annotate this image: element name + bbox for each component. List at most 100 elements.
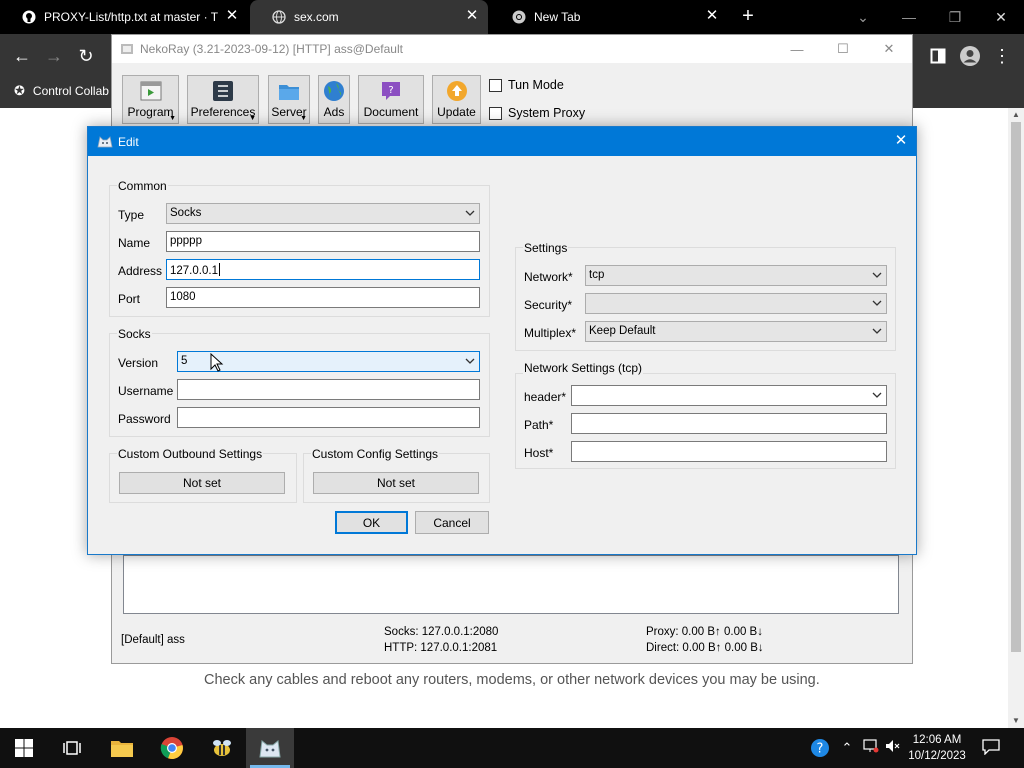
nekoray-maximize-icon[interactable]: ☐ (820, 35, 866, 63)
dialog-close-icon[interactable]: ✕ (892, 132, 910, 150)
custom-outbound-button[interactable]: Not set (119, 472, 285, 494)
path-input[interactable] (571, 413, 887, 434)
reload-icon[interactable]: ↻ (74, 44, 98, 68)
type-select[interactable]: Socks (166, 203, 480, 224)
volume-muted-icon[interactable] (884, 739, 902, 757)
username-label: Username (118, 384, 174, 398)
chrome-icon (160, 737, 183, 760)
scroll-up-icon[interactable]: ▲ (1008, 108, 1024, 122)
bookmark-control-collab[interactable]: ✪ Control Collab (14, 83, 109, 99)
start-button[interactable] (0, 728, 48, 768)
update-button[interactable]: Update (432, 75, 481, 124)
nekoray-close-icon[interactable]: ✕ (866, 35, 912, 63)
port-input[interactable]: 1080 (166, 287, 480, 308)
log-output-area[interactable] (123, 555, 899, 614)
address-input[interactable]: 127.0.0.1 (166, 259, 480, 280)
browser-tab-active[interactable]: sex.com ✕ (250, 0, 488, 34)
status-socks: Socks: 127.0.0.1:2080 (384, 626, 499, 638)
notifications-icon[interactable] (982, 739, 1000, 757)
browser-tabstrip: PROXY-List/http.txt at master · T ✕ sex.… (0, 0, 1024, 34)
chevron-down-icon (872, 328, 882, 334)
checkbox-box[interactable] (489, 106, 502, 120)
browser-tab-proxy-list[interactable]: PROXY-List/http.txt at master · T ✕ (0, 0, 248, 34)
version-label: Version (118, 356, 159, 370)
dropdown-arrow-icon: ▼ (300, 115, 307, 122)
nekoray-cat-icon (97, 136, 113, 148)
edit-dialog-title: Edit (118, 135, 139, 149)
multiplex-label: Multiplex* (524, 326, 577, 340)
menu-kebab-icon[interactable]: ⋮ (990, 44, 1014, 68)
scrollbar-thumb[interactable] (1011, 122, 1021, 652)
username-input[interactable] (177, 379, 480, 400)
page-error-message: Check any cables and reboot any routers,… (204, 672, 820, 688)
text-caret (218, 263, 220, 276)
common-group-title: Common (117, 179, 168, 193)
nekoray-minimize-icon[interactable]: — (774, 35, 820, 63)
file-explorer-taskbar[interactable] (98, 728, 146, 768)
browser-tab-new-tab[interactable]: New Tab ✕ (490, 0, 728, 34)
back-icon[interactable]: ← (10, 44, 34, 68)
custom-config-button[interactable]: Not set (313, 472, 479, 494)
server-icon (279, 85, 299, 100)
help-tray-icon[interactable]: ? (810, 738, 830, 758)
chrome-icon (512, 10, 526, 24)
nekoray-taskbar[interactable] (246, 728, 294, 768)
password-label: Password (118, 412, 171, 426)
minimize-icon[interactable]: — (886, 0, 932, 34)
close-tab-icon[interactable]: ✕ (464, 8, 480, 24)
document-button[interactable]: ? Document (358, 75, 424, 124)
nekoray-cat-icon (259, 740, 281, 758)
chrome-taskbar[interactable] (148, 728, 196, 768)
profile-avatar-icon[interactable] (958, 44, 982, 68)
task-view-button[interactable] (48, 728, 96, 768)
tab-search-icon[interactable]: ⌄ (840, 0, 886, 34)
chevron-down-icon (465, 210, 475, 216)
scroll-down-icon[interactable]: ▼ (1008, 714, 1024, 728)
show-hidden-icons-icon[interactable]: ⌃ (838, 739, 856, 757)
network-select[interactable]: tcp (585, 265, 887, 286)
github-icon (22, 10, 36, 24)
preferences-icon (213, 81, 233, 101)
restore-icon[interactable]: ❐ (932, 0, 978, 34)
host-label: Host* (524, 446, 554, 460)
type-label: Type (118, 208, 145, 222)
custom-outbound-title: Custom Outbound Settings (117, 447, 264, 461)
windows-taskbar: ? ⌃ 12:06 AM 10/12/2023 (0, 728, 1024, 768)
server-menu-button[interactable]: Server ▼ (268, 75, 310, 124)
header-select[interactable] (571, 385, 887, 406)
side-panel-icon[interactable] (926, 44, 950, 68)
network-settings-title: Network Settings (tcp) (523, 361, 644, 375)
dropdown-arrow-icon: ▼ (169, 115, 176, 122)
clock-date: 10/12/2023 (908, 750, 966, 762)
checkbox-box[interactable] (489, 78, 502, 92)
security-select[interactable] (585, 293, 887, 314)
bookmark-label: Control Collab (32, 84, 109, 98)
header-label: header* (524, 390, 567, 404)
page-scrollbar[interactable]: ▲ ▼ (1008, 108, 1024, 728)
close-tab-icon[interactable]: ✕ (704, 8, 720, 24)
ads-button[interactable]: Ads (318, 75, 350, 124)
program-menu-button[interactable]: Program ▼ (122, 75, 179, 124)
forward-icon[interactable]: → (42, 44, 66, 68)
taskbar-clock[interactable]: 12:06 AM 10/12/2023 (904, 732, 970, 764)
password-input[interactable] (177, 407, 480, 428)
system-proxy-checkbox[interactable]: System Proxy (489, 106, 585, 120)
cancel-button[interactable]: Cancel (415, 511, 489, 534)
name-input[interactable]: ppppp (166, 231, 480, 252)
new-tab-button[interactable]: + (737, 5, 759, 27)
bee-app-icon (213, 740, 231, 756)
chevron-down-icon (872, 300, 882, 306)
tab-title: PROXY-List/http.txt at master · T (44, 10, 219, 24)
edit-dialog-titlebar: Edit ✕ (88, 127, 916, 156)
ok-button[interactable]: OK (335, 511, 408, 534)
network-tray-icon[interactable] (862, 739, 880, 757)
preferences-menu-button[interactable]: Preferences ▼ (187, 75, 259, 124)
globe-icon (324, 81, 344, 101)
address-label: Address (118, 264, 163, 278)
multiplex-select[interactable]: Keep Default (585, 321, 887, 342)
host-input[interactable] (571, 441, 887, 462)
close-tab-icon[interactable]: ✕ (224, 8, 240, 24)
app-taskbar[interactable] (198, 728, 246, 768)
tun-mode-checkbox[interactable]: Tun Mode (489, 78, 564, 92)
close-window-icon[interactable]: ✕ (978, 0, 1024, 34)
